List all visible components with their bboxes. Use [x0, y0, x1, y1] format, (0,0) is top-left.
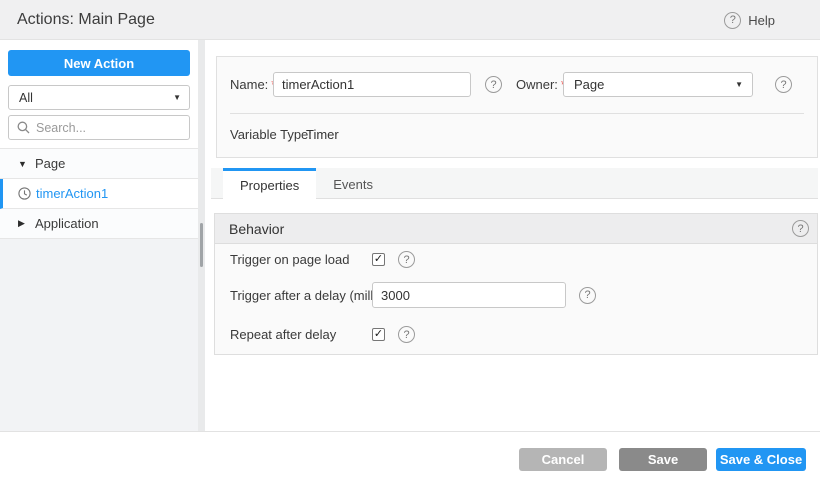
repeat-delay-checkbox[interactable]: ✓ [372, 328, 385, 341]
save-and-close-button[interactable]: Save & Close [716, 448, 806, 471]
main-content: Name:* ? Owner:* Page ▼ ? Variable Type:… [205, 40, 820, 431]
trigger-page-load-help-icon[interactable]: ? [398, 251, 415, 268]
name-input[interactable] [273, 72, 471, 97]
caret-down-icon[interactable]: ▼ [18, 159, 35, 169]
dialog-footer: Cancel Save Save & Close [0, 432, 820, 489]
tree-item-application[interactable]: ▶ Application [0, 209, 198, 239]
name-label-text: Name: [230, 77, 269, 92]
tree-item-timeraction1[interactable]: timerAction1 [0, 179, 198, 209]
tree-item-label: Application [35, 216, 99, 231]
trigger-delay-input[interactable] [372, 282, 566, 308]
behavior-row-trigger-page-load: Trigger on page load ✓ ? [230, 251, 415, 268]
search-input[interactable] [36, 120, 181, 135]
tree-item-page[interactable]: ▼ Page [0, 149, 198, 179]
sidebar-filler [0, 239, 198, 431]
help-link[interactable]: ? Help [724, 0, 775, 40]
trigger-delay-help-icon[interactable]: ? [579, 286, 596, 304]
tree-item-label: timerAction1 [36, 186, 109, 201]
behavior-panel: Behavior ? Trigger on page load ✓ ? Trig… [214, 213, 818, 355]
actions-sidebar: New Action All ▼ ▼ Page timerAction1 [0, 40, 198, 431]
behavior-row-repeat-delay: Repeat after delay ✓ ? [230, 326, 415, 343]
tab-events[interactable]: Events [316, 168, 390, 198]
behavior-panel-header: Behavior ? [215, 214, 817, 244]
actions-dialog: Actions: Main Page ? Help New Action All… [0, 0, 820, 489]
owner-selected-value: Page [574, 77, 605, 92]
repeat-delay-label: Repeat after delay [230, 327, 337, 342]
panel-divider [230, 113, 804, 114]
cancel-button[interactable]: Cancel [519, 448, 607, 471]
chevron-down-icon: ▼ [735, 80, 743, 89]
tab-properties[interactable]: Properties [223, 168, 317, 199]
trigger-page-load-label: Trigger on page load [230, 252, 350, 267]
owner-select[interactable]: Page ▼ [563, 72, 753, 97]
action-summary-panel: Name:* ? Owner:* Page ▼ ? Variable Type:… [216, 56, 818, 158]
owner-label-text: Owner: [516, 77, 558, 92]
behavior-help-icon[interactable]: ? [792, 220, 809, 237]
name-label: Name:* [230, 72, 276, 97]
clock-icon [18, 187, 31, 200]
help-label: Help [748, 12, 775, 28]
name-help-icon[interactable]: ? [485, 76, 502, 93]
tab-strip: Properties Events [211, 168, 818, 199]
variable-type-label: Variable Type: [230, 127, 312, 142]
chevron-down-icon: ▼ [173, 93, 181, 102]
tree-item-label: Page [35, 156, 66, 171]
repeat-delay-help-icon[interactable]: ? [398, 326, 415, 343]
owner-help-icon[interactable]: ? [775, 76, 792, 93]
sidebar-scrollbar-thumb[interactable] [200, 223, 203, 267]
actions-tree: ▼ Page timerAction1 ▶ Application [0, 148, 198, 239]
action-filter-select[interactable]: All ▼ [8, 85, 190, 110]
behavior-row-trigger-delay: Trigger after a delay (millisec… ? [230, 282, 596, 308]
new-action-button[interactable]: New Action [8, 50, 190, 76]
trigger-page-load-checkbox[interactable]: ✓ [372, 253, 385, 266]
action-search-box [8, 115, 190, 140]
filter-selected-value: All [19, 90, 33, 105]
help-icon: ? [724, 11, 742, 29]
sidebar-scrollbar-track[interactable] [198, 40, 205, 431]
save-button[interactable]: Save [619, 448, 707, 471]
owner-label: Owner:* [516, 72, 566, 97]
search-icon [17, 121, 30, 134]
caret-right-icon[interactable]: ▶ [18, 218, 35, 229]
dialog-header: Actions: Main Page ? Help [0, 0, 820, 40]
page-title: Actions: Main Page [17, 10, 155, 28]
behavior-title: Behavior [229, 220, 285, 237]
trigger-delay-label: Trigger after a delay (millisec… [230, 287, 372, 303]
variable-type-value: Timer [306, 127, 339, 142]
